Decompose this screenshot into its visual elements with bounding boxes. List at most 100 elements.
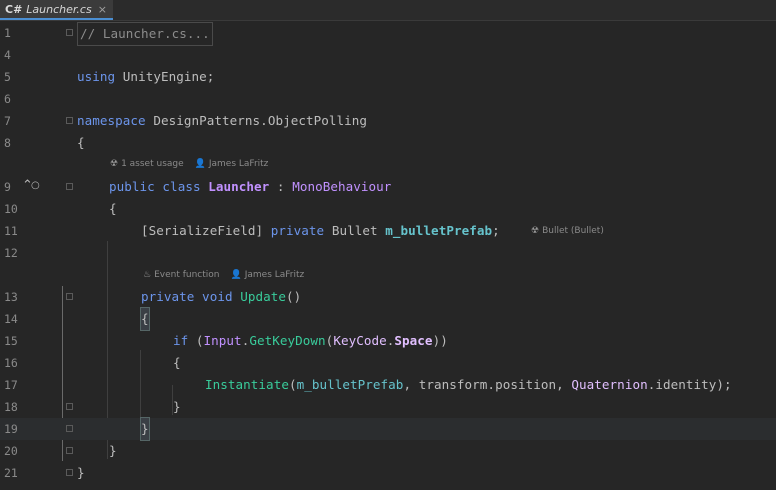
code-vision-hint[interactable]: ☢ 1 asset usage 👤 James LaFritz xyxy=(110,159,268,169)
line-number: 5 xyxy=(4,70,11,84)
keyword: public class xyxy=(109,179,209,194)
line-number: 17 xyxy=(4,378,18,392)
flame-icon: ♨ xyxy=(143,270,152,280)
line-number: 7 xyxy=(4,114,11,128)
event-function-label[interactable]: Event function xyxy=(154,270,219,280)
code-line-15: 15 if (Input.GetKeyDown(KeyCode.Space)) xyxy=(0,330,776,352)
line-number: 19 xyxy=(4,422,18,436)
brace: { xyxy=(77,135,85,150)
serialized-value-label[interactable]: Bullet (Bullet) xyxy=(542,226,604,236)
method-name: Instantiate xyxy=(205,377,289,392)
code-line-18: 18 } xyxy=(0,396,776,418)
enum-member: Space xyxy=(394,333,433,348)
fold-toggle-icon[interactable] xyxy=(66,469,73,476)
paren: )) xyxy=(432,333,448,348)
inlay-hint[interactable]: ☢ Bullet (Bullet) xyxy=(531,226,604,236)
field-name: m_bulletPrefab xyxy=(296,377,404,392)
fold-toggle-icon[interactable] xyxy=(66,425,73,432)
collapsed-region[interactable]: // Launcher.cs... xyxy=(77,22,213,46)
class-name: Launcher xyxy=(208,179,270,194)
struct-name: Quaternion xyxy=(571,377,648,392)
brace: } xyxy=(173,399,181,414)
code-line-10: 10 { xyxy=(0,198,776,220)
matched-brace: } xyxy=(140,417,150,441)
line-number: 11 xyxy=(4,224,18,238)
property-name: transform xyxy=(418,377,488,392)
unity-icon: ☢ xyxy=(531,226,540,236)
paren: ); xyxy=(716,377,732,392)
attribute: [SerializeField] xyxy=(141,223,264,238)
line-number: 21 xyxy=(4,466,18,480)
tab-bar: C# Launcher.cs × xyxy=(0,0,776,21)
class-name: Input xyxy=(203,333,242,348)
code-line-1: 1 // Launcher.cs... xyxy=(0,22,776,46)
code-line-12: 12 xyxy=(0,242,776,264)
field-name: m_bulletPrefab xyxy=(385,223,493,238)
comma: , xyxy=(403,377,419,392)
line-number: 6 xyxy=(4,92,11,106)
fold-toggle-icon[interactable] xyxy=(66,183,73,190)
keyword: using xyxy=(77,69,116,84)
line-number: 20 xyxy=(4,444,18,458)
author-label[interactable]: James LaFritz xyxy=(245,270,305,280)
fold-toggle-icon[interactable] xyxy=(66,403,73,410)
code-line-14: 14 { xyxy=(0,307,776,331)
keyword: private xyxy=(263,223,332,238)
code-line-7: 7 namespace DesignPatterns.ObjectPolling xyxy=(0,110,776,132)
fold-toggle-icon[interactable] xyxy=(66,117,73,124)
line-number: 1 xyxy=(4,26,11,40)
keyword: if xyxy=(173,333,189,348)
brace: } xyxy=(109,443,117,458)
type-name: Bullet xyxy=(331,223,378,238)
dot: . xyxy=(487,377,496,392)
code-editor[interactable]: 1 // Launcher.cs... 4 5 using UnityEngin… xyxy=(0,22,776,490)
fold-toggle-icon[interactable] xyxy=(66,29,73,36)
method-name: GetKeyDown xyxy=(249,333,326,348)
code-line-11: 11 [SerializeField] private Bullet m_bul… xyxy=(0,220,776,242)
brace: { xyxy=(173,355,181,370)
code-vision-hint[interactable]: ♨ Event function 👤 James LaFritz xyxy=(143,270,304,280)
close-icon[interactable]: × xyxy=(98,3,107,16)
parens: () xyxy=(286,289,302,304)
comma: , xyxy=(556,377,572,392)
namespace-name: UnityEngine; xyxy=(115,69,215,84)
code-line-17: 17 Instantiate(m_bulletPrefab, transform… xyxy=(0,374,776,396)
enum-name: KeyCode xyxy=(333,333,387,348)
code-line-4: 4 xyxy=(0,44,776,66)
run-icon[interactable]: ○ xyxy=(31,180,40,191)
code-line-6: 6 xyxy=(0,88,776,110)
code-line-13: 13 private void Update() xyxy=(0,286,776,308)
property-name: position xyxy=(495,377,557,392)
paren: ( xyxy=(188,333,204,348)
line-number: 16 xyxy=(4,356,18,370)
code-line-19: 19 } xyxy=(0,417,776,441)
asset-usage-label[interactable]: 1 asset usage xyxy=(121,159,184,169)
separator: : xyxy=(269,179,293,194)
line-number: 15 xyxy=(4,334,18,348)
line-number: 4 xyxy=(4,48,11,62)
csharp-file-icon: C# xyxy=(5,2,23,16)
code-line-5: 5 using UnityEngine; xyxy=(0,66,776,88)
method-name: Update xyxy=(240,289,287,304)
line-number: 18 xyxy=(4,400,18,414)
fold-toggle-icon[interactable] xyxy=(66,447,73,454)
person-icon: 👤 xyxy=(230,270,242,280)
paren: ( xyxy=(288,377,297,392)
property-name: identity xyxy=(655,377,717,392)
line-number: 14 xyxy=(4,312,18,326)
brace: } xyxy=(77,465,85,480)
tab-filename: Launcher.cs xyxy=(26,2,92,16)
line-number: 13 xyxy=(4,290,18,304)
code-line-16: 16 { xyxy=(0,352,776,374)
line-number: 10 xyxy=(4,202,18,216)
unity-icon: ☢ xyxy=(110,159,119,169)
code-line-9: 9 ⌃ ○ public class Launcher : MonoBehavi… xyxy=(0,176,776,198)
brace: { xyxy=(109,201,117,216)
code-line-21: 21 } xyxy=(0,462,776,484)
author-label[interactable]: James LaFritz xyxy=(209,159,269,169)
keyword: private void xyxy=(141,289,241,304)
fold-toggle-icon[interactable] xyxy=(66,293,73,300)
namespace-name: DesignPatterns.ObjectPolling xyxy=(145,113,368,128)
matched-brace: { xyxy=(140,307,150,331)
tab-launcher-cs[interactable]: C# Launcher.cs × xyxy=(0,0,113,20)
